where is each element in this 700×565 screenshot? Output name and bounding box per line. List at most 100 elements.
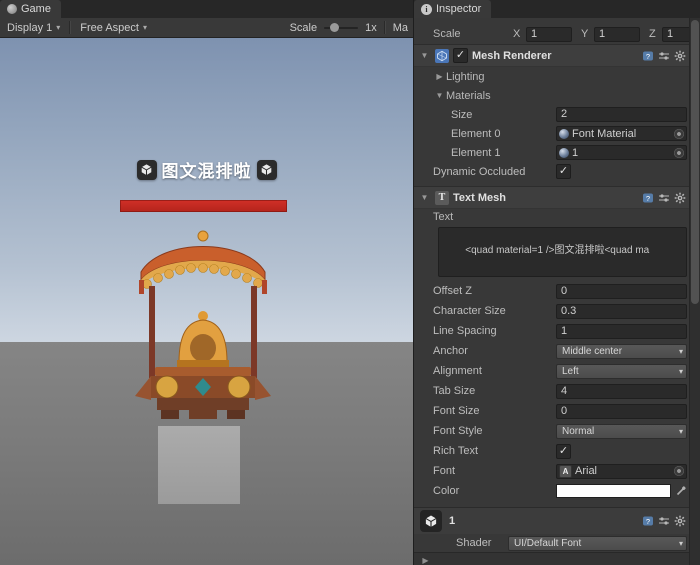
scale-property-label: Scale <box>433 28 513 40</box>
scene-text: 图文混排啦 <box>162 157 252 182</box>
gear-icon[interactable] <box>674 515 686 527</box>
mesh-renderer-title: Mesh Renderer <box>472 50 638 62</box>
element1-value: 1 <box>572 147 671 159</box>
tab-size-row: Tab Size 4 <box>414 381 689 401</box>
preset-icon[interactable] <box>658 50 670 62</box>
element1-object-field[interactable]: 1 <box>556 145 687 160</box>
font-style-dropdown[interactable]: Normal <box>556 424 687 439</box>
unity-editor-window: Game Display 1 Free Aspect Scale 1x Ma <box>0 0 700 565</box>
font-size-field[interactable]: 0 <box>556 404 687 419</box>
preview-foldout-icon[interactable] <box>419 556 432 565</box>
materials-size-row: Size 2 <box>414 105 689 124</box>
display-dropdown[interactable]: Display 1 <box>5 22 62 34</box>
object-picker-icon[interactable] <box>674 129 684 139</box>
line-spacing-field[interactable]: 1 <box>556 324 687 339</box>
offset-z-field[interactable]: 0 <box>556 284 687 299</box>
gear-icon[interactable] <box>674 192 686 204</box>
foldout-icon[interactable] <box>433 91 446 100</box>
offset-z-label: Offset Z <box>433 285 556 297</box>
font-value: Arial <box>575 465 671 477</box>
material-preview-strip <box>414 552 689 565</box>
scale-label: Scale <box>290 22 318 34</box>
line-spacing-label: Line Spacing <box>433 325 556 337</box>
element1-label: Element 1 <box>451 147 556 159</box>
rich-text-label: Rich Text <box>433 445 556 457</box>
check-icon: ✓ <box>559 446 568 457</box>
tab-size-field[interactable]: 4 <box>556 384 687 399</box>
object-picker-icon[interactable] <box>674 148 684 158</box>
font-object-field[interactable]: A Arial <box>556 464 687 479</box>
scale-value: 1x <box>365 22 377 34</box>
alignment-row: Alignment Left <box>414 361 689 381</box>
tab-inspector[interactable]: i Inspector <box>414 0 491 18</box>
color-swatch[interactable] <box>556 484 671 498</box>
game-viewport[interactable]: 图文混排啦 <box>0 38 413 565</box>
preset-icon[interactable] <box>658 192 670 204</box>
toolbar-separator <box>69 21 71 34</box>
object-picker-icon[interactable] <box>674 466 684 476</box>
header-icons: ? <box>642 50 686 62</box>
foldout-icon[interactable] <box>418 51 431 60</box>
anchor-dropdown[interactable]: Middle center <box>556 344 687 359</box>
scale-slider-knob[interactable] <box>330 23 339 32</box>
aspect-dropdown-label: Free Aspect <box>80 22 139 34</box>
material-preview-header: 1 ? <box>414 507 689 534</box>
character-size-row: Character Size 0.3 <box>414 301 689 321</box>
foldout-icon[interactable] <box>418 193 431 202</box>
lighting-label: Lighting <box>446 71 485 83</box>
game-panel: Game Display 1 Free Aspect Scale 1x Ma <box>0 0 414 565</box>
foldout-icon[interactable] <box>433 72 446 81</box>
svg-text:?: ? <box>646 51 650 60</box>
font-label: Font <box>433 465 556 477</box>
help-icon[interactable]: ? <box>642 192 654 204</box>
health-bar <box>120 200 287 212</box>
gear-icon[interactable] <box>674 50 686 62</box>
rich-text-checkbox[interactable]: ✓ <box>556 444 571 459</box>
help-icon[interactable]: ? <box>642 50 654 62</box>
scrollbar-thumb[interactable] <box>691 20 699 304</box>
line-spacing-row: Line Spacing 1 <box>414 321 689 341</box>
color-row: Color <box>414 481 689 501</box>
preset-icon[interactable] <box>658 515 670 527</box>
dynamic-occluded-checkbox[interactable]: ✓ <box>556 164 571 179</box>
tab-game[interactable]: Game <box>0 0 61 18</box>
material-unity-icon <box>420 510 442 532</box>
size-label: Size <box>451 109 556 121</box>
character-size-field[interactable]: 0.3 <box>556 304 687 319</box>
inspector-body: Scale X 1 Y 1 Z 1 ✓ Mesh Renderer ? <box>414 18 700 565</box>
anchor-row: Anchor Middle center <box>414 341 689 361</box>
eyedropper-icon[interactable] <box>675 485 687 497</box>
text-input[interactable]: <quad material=1 />图文混排啦<quad ma <box>438 227 687 277</box>
check-icon: ✓ <box>559 166 568 177</box>
font-style-row: Font Style Normal <box>414 421 689 441</box>
unity-cube-icon <box>257 160 277 180</box>
font-size-row: Font Size 0 <box>414 401 689 421</box>
text-property-row: Text <box>414 209 689 225</box>
axis-y-label: Y <box>581 28 591 40</box>
aspect-dropdown[interactable]: Free Aspect <box>78 22 149 34</box>
offset-z-row: Offset Z 0 <box>414 281 689 301</box>
transform-scale-row: Scale X 1 Y 1 Z 1 <box>414 24 689 44</box>
scale-y-field[interactable]: 1 <box>594 27 640 42</box>
text-label: Text <box>433 211 453 223</box>
element0-value: Font Material <box>572 128 671 140</box>
inspector-scrollbar[interactable] <box>689 18 700 565</box>
element0-object-field[interactable]: Font Material <box>556 126 687 141</box>
shader-dropdown[interactable]: UI/Default Font <box>508 536 687 551</box>
inspector-panel: i Inspector Scale X 1 Y 1 Z 1 ✓ <box>414 0 700 565</box>
materials-size-field[interactable]: 2 <box>556 107 687 122</box>
scale-x-field[interactable]: 1 <box>526 27 572 42</box>
mesh-renderer-header: ✓ Mesh Renderer ? <box>414 44 689 67</box>
scene-text-label: 图文混排啦 <box>0 157 413 182</box>
tab-inspector-label: Inspector <box>436 3 481 15</box>
color-label: Color <box>433 485 556 497</box>
materials-label: Materials <box>446 90 491 102</box>
alignment-dropdown[interactable]: Left <box>556 364 687 379</box>
check-icon: ✓ <box>456 50 465 61</box>
scale-slider[interactable] <box>324 27 358 29</box>
mesh-renderer-enabled-checkbox[interactable]: ✓ <box>453 48 468 63</box>
maximize-on-play-clipped[interactable]: Ma <box>393 22 408 34</box>
gray-cube <box>158 426 240 504</box>
axis-z-label: Z <box>649 28 659 40</box>
help-icon[interactable]: ? <box>642 515 654 527</box>
